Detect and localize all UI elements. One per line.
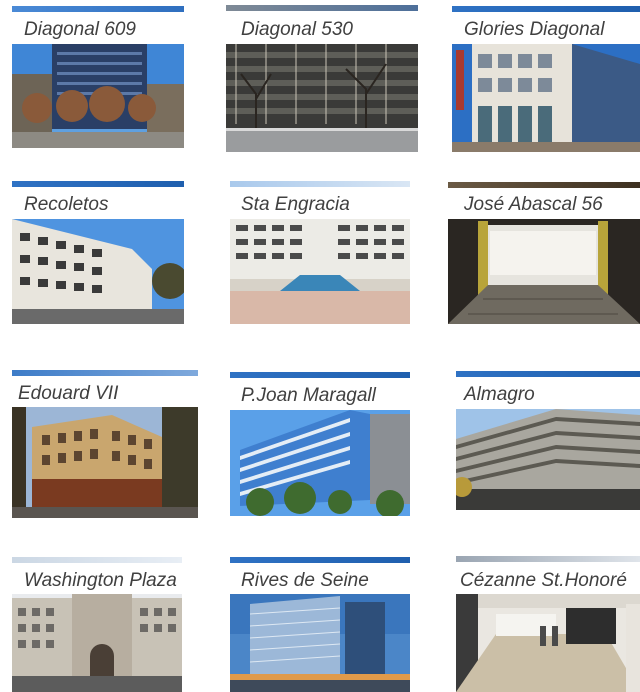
accent-bar [12, 181, 184, 187]
building-photo [448, 219, 640, 324]
building-photo [456, 594, 640, 692]
accent-bar [12, 370, 198, 376]
building-photo [12, 44, 184, 148]
building-photo [230, 410, 410, 516]
building-photo [230, 594, 410, 692]
property-name: Washington Plaza [24, 570, 177, 591]
property-name: Diagonal 609 [24, 19, 136, 40]
building-photo [456, 409, 640, 510]
accent-bar [448, 182, 640, 188]
property-name: Rives de Seine [241, 570, 369, 591]
property-name: Recoletos [24, 194, 109, 215]
property-name: Edouard VII [18, 383, 119, 404]
building-photo [12, 219, 184, 324]
accent-bar [12, 557, 182, 563]
accent-bar [230, 181, 410, 187]
accent-bar [12, 6, 184, 12]
property-name: Diagonal 530 [241, 19, 353, 40]
accent-bar [230, 372, 410, 378]
building-photo [230, 219, 410, 324]
property-name: Sta Engracia [241, 194, 350, 215]
building-photo [12, 407, 198, 518]
building-photo [452, 44, 640, 152]
property-name: Almagro [464, 384, 535, 405]
accent-bar [452, 6, 640, 12]
property-name: José Abascal 56 [464, 194, 603, 215]
accent-bar [230, 557, 410, 563]
property-name: Glories Diagonal [464, 19, 605, 40]
property-name: P.Joan Maragall [241, 385, 376, 406]
building-photo [226, 44, 418, 152]
building-photo [12, 594, 182, 692]
accent-bar [456, 371, 640, 377]
accent-bar [226, 5, 418, 11]
accent-bar [456, 556, 640, 562]
property-name: Cézanne St.Honoré [460, 570, 627, 591]
